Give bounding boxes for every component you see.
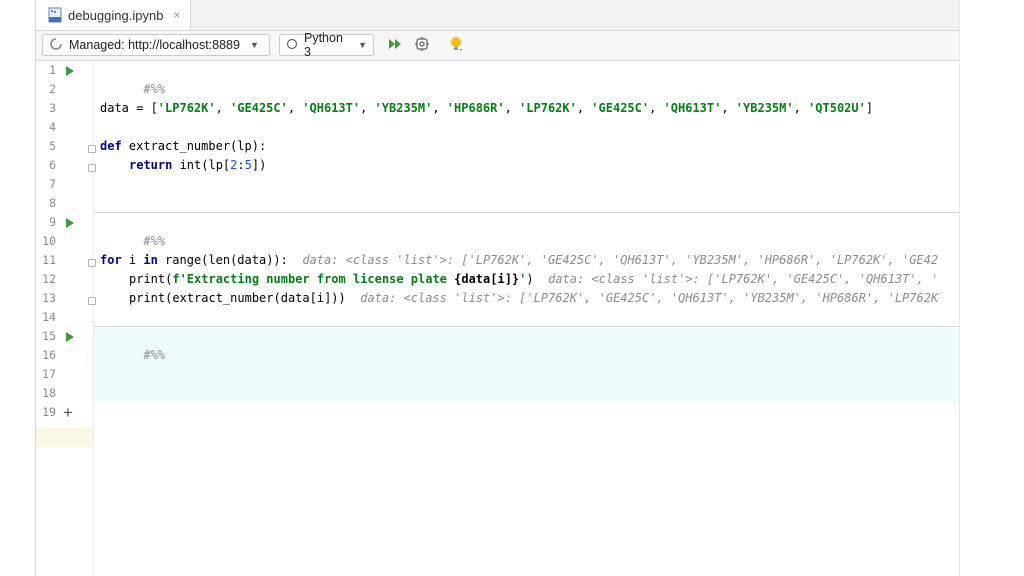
line-number: 1 bbox=[49, 63, 56, 77]
code-text: ] bbox=[865, 101, 874, 115]
add-cell-icon[interactable]: + bbox=[63, 403, 73, 422]
code-line-5: def extract_number(lp): bbox=[100, 137, 266, 156]
line-number: 2 bbox=[49, 82, 56, 96]
line-number: 12 bbox=[42, 272, 56, 286]
cell-marker: #%% bbox=[143, 348, 166, 362]
run-all-button[interactable] bbox=[385, 36, 405, 56]
string-literal: 'YB235M' bbox=[374, 101, 433, 115]
code-text: , bbox=[432, 101, 447, 115]
run-cell-2-icon[interactable] bbox=[66, 218, 74, 228]
notebook-file-icon bbox=[48, 7, 62, 23]
kernel-select[interactable]: Python 3 ▼ bbox=[279, 31, 374, 59]
code-line-11: for i in range(len(data)): data: <class … bbox=[100, 251, 938, 270]
kernel-status-icon bbox=[286, 38, 298, 53]
left-frame bbox=[0, 0, 35, 576]
line-number: 13 bbox=[42, 291, 56, 305]
code-text: , bbox=[576, 101, 592, 115]
cell-marker: #%% bbox=[143, 82, 166, 96]
server-label: Managed: http://localhost:8889 bbox=[69, 38, 240, 52]
cell-marker: #%% bbox=[143, 234, 166, 248]
code-text: i bbox=[121, 253, 144, 267]
string-literal: 'HP686R' bbox=[446, 101, 505, 115]
line-number: 5 bbox=[49, 139, 56, 153]
number-literal: 5 bbox=[244, 158, 252, 172]
line-number: 15 bbox=[42, 329, 56, 343]
tab-debugging-ipynb[interactable]: debugging.ipynb × bbox=[36, 0, 192, 30]
code-text: ) bbox=[526, 272, 534, 286]
keyword: return bbox=[129, 158, 173, 172]
line-number: 8 bbox=[49, 196, 56, 210]
code-text: , bbox=[793, 101, 809, 115]
string-literal: 'YB235M' bbox=[735, 101, 794, 115]
string-literal: f'Extracting number from license plate bbox=[172, 272, 455, 286]
kernel-settings-button[interactable] bbox=[412, 36, 432, 56]
tab-bar: debugging.ipynb × bbox=[36, 0, 959, 31]
code-text: print( bbox=[129, 272, 173, 286]
code-line-15: #%% bbox=[100, 327, 165, 362]
string-literal: 'LP762K' bbox=[157, 101, 216, 115]
code-text: , bbox=[504, 101, 520, 115]
chevron-down-icon: ▼ bbox=[358, 40, 367, 50]
lightbulb-icon bbox=[448, 35, 464, 58]
code-area[interactable]: #%% data = ['LP762K', 'GE425C', 'QH613T'… bbox=[94, 61, 959, 576]
keyword: def bbox=[100, 139, 122, 153]
notebook-editor: debugging.ipynb × Managed: http://localh… bbox=[35, 0, 960, 576]
code-text: , bbox=[360, 101, 375, 115]
line-number: 16 bbox=[42, 348, 56, 362]
inline-debug-value: data: <class 'list'>: ['LP762K', 'GE425C… bbox=[548, 272, 939, 286]
code-line-3: data = ['LP762K', 'GE425C', 'QH613T', 'Y… bbox=[100, 99, 873, 118]
spinner-icon bbox=[49, 37, 63, 54]
line-number: 7 bbox=[49, 177, 56, 191]
code-text: , bbox=[215, 101, 231, 115]
keyword: in bbox=[143, 253, 158, 267]
current-line-gutter-highlight bbox=[36, 428, 93, 447]
code-text: , bbox=[287, 101, 303, 115]
jupyter-server-select[interactable]: Managed: http://localhost:8889 ▼ bbox=[42, 34, 270, 56]
inline-debug-value: data: <class 'list'>: ['LP762K', 'GE425C… bbox=[360, 291, 939, 305]
line-number: 3 bbox=[49, 101, 56, 115]
string-literal: 'QH613T' bbox=[663, 101, 722, 115]
line-number: 9 bbox=[49, 215, 56, 229]
code-text: , bbox=[721, 101, 736, 115]
code-line-6: return int(lp[2:5]) bbox=[129, 156, 266, 175]
code-line-1: #%% bbox=[100, 61, 165, 96]
code-text: int(lp[ bbox=[172, 158, 231, 172]
keyword: for bbox=[100, 253, 122, 267]
code-line-13: print(extract_number(data[i])) data: <cl… bbox=[129, 289, 938, 308]
close-icon[interactable]: × bbox=[173, 8, 180, 22]
tips-button[interactable] bbox=[446, 36, 466, 56]
kernel-label: Python 3 bbox=[304, 31, 343, 59]
code-text: range(len(data)): bbox=[157, 253, 288, 267]
line-number: 18 bbox=[42, 386, 56, 400]
code-text: data = [ bbox=[100, 101, 158, 115]
code-text: extract_number(lp): bbox=[121, 139, 267, 153]
run-cell-1-icon[interactable] bbox=[66, 66, 74, 76]
string-literal: 'QH613T' bbox=[302, 101, 361, 115]
line-number: 4 bbox=[49, 120, 56, 134]
inline-debug-value: data: <class 'list'>: ['LP762K', 'GE425C… bbox=[302, 253, 939, 267]
tab-label: debugging.ipynb bbox=[68, 7, 164, 23]
run-all-icon bbox=[387, 37, 403, 56]
code-line-12: print(f'Extracting number from license p… bbox=[129, 270, 938, 289]
line-number: 11 bbox=[42, 253, 56, 267]
line-number: 14 bbox=[42, 310, 56, 324]
gear-icon bbox=[414, 36, 430, 57]
notebook-toolbar: Managed: http://localhost:8889 ▼ Python … bbox=[36, 31, 959, 61]
code-text: ]) bbox=[251, 158, 267, 172]
chevron-down-icon: ▼ bbox=[249, 40, 259, 50]
code-text: , bbox=[649, 101, 664, 115]
string-literal: 'GE425C' bbox=[591, 101, 650, 115]
string-literal: 'LP762K' bbox=[519, 101, 577, 115]
code-text: print(extract_number(data[i])) bbox=[129, 291, 346, 305]
code-line-9: #%% bbox=[100, 213, 165, 248]
line-number: 17 bbox=[42, 367, 56, 381]
line-number: 19 bbox=[42, 405, 56, 419]
fstring-expression: {data[i]} bbox=[454, 272, 520, 286]
string-literal: 'GE425C' bbox=[230, 101, 288, 115]
line-number: 6 bbox=[49, 158, 56, 172]
code-text: : bbox=[237, 158, 245, 172]
line-number: 10 bbox=[42, 234, 56, 248]
string-literal: 'QT502U' bbox=[808, 101, 866, 115]
run-cell-3-icon[interactable] bbox=[66, 332, 74, 342]
